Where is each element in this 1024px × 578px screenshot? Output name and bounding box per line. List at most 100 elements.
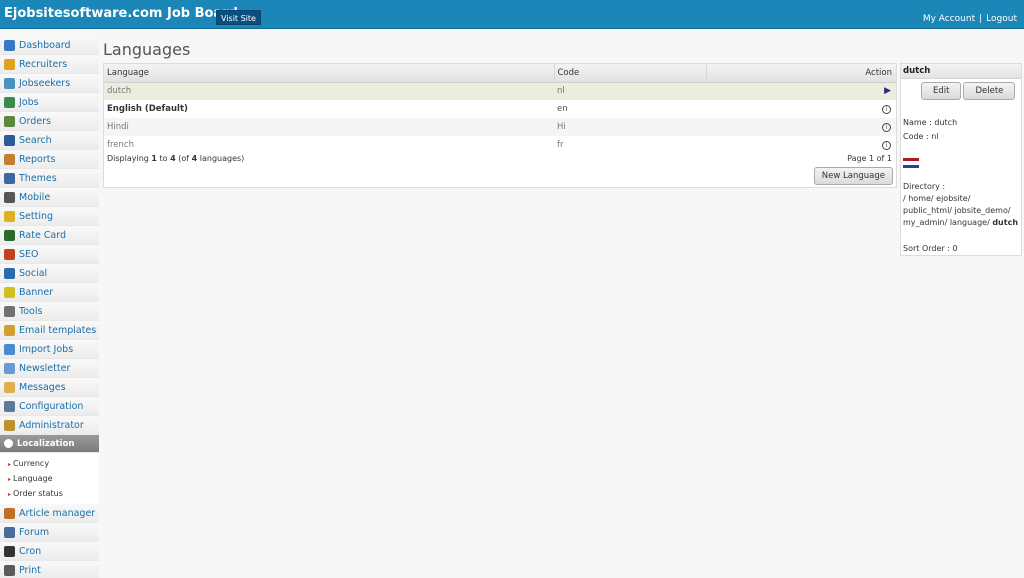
top-header: Ejobsitesoftware.com Job Board Visit Sit… (0, 0, 1024, 29)
visit-site-button[interactable]: Visit Site (216, 10, 261, 25)
sidebar-item-email-templates[interactable]: Email templates (0, 321, 99, 340)
orders-icon (4, 115, 15, 127)
sidebar-item-newsletter[interactable]: Newsletter (0, 359, 99, 378)
sidebar-item-label: Configuration (19, 400, 84, 412)
detail-sort-order: Sort Order : 0 (903, 244, 958, 253)
detail-directory-label: Directory : (903, 182, 946, 191)
submenu-item-label: Language (13, 474, 53, 483)
display-to-word: to (159, 154, 168, 163)
sidebar-item-seo[interactable]: SEO (0, 245, 99, 264)
directory-path-prefix: my_admin/ language/ (903, 218, 990, 227)
sidebar-item-label: Dashboard (19, 39, 71, 51)
sidebar-item-themes[interactable]: Themes (0, 169, 99, 188)
sidebar-item-jobseekers[interactable]: Jobseekers (0, 74, 99, 93)
mobile-icon (4, 191, 15, 203)
cell-code: Hi (554, 118, 706, 136)
sidebar-item-label: Forum (19, 526, 50, 538)
sidebar-item-label: Setting (19, 210, 54, 222)
sidebar-item-forum[interactable]: Forum (0, 523, 99, 542)
sidebar-item-recruiters[interactable]: Recruiters (0, 55, 99, 74)
new-language-button[interactable]: New Language (813, 167, 893, 185)
play-icon[interactable]: ▶ (884, 86, 891, 96)
sidebar-item-label: Administrator (19, 419, 84, 431)
sidebar-item-article-manager[interactable]: Article manager (0, 504, 99, 523)
submenu-item-language[interactable]: ▸ Language (0, 471, 99, 486)
sidebar-item-label: Newsletter (19, 362, 71, 374)
sidebar-item-orders[interactable]: Orders (0, 112, 99, 131)
display-of: (of (178, 154, 190, 163)
cell-code: nl (554, 82, 706, 100)
logout-link[interactable]: Logout (986, 14, 1017, 24)
cell-action: i (706, 136, 896, 154)
table-row[interactable]: dutch nl ▶ (104, 82, 896, 100)
sidebar-item-setting[interactable]: Setting (0, 207, 99, 226)
netherlands-flag-icon (903, 158, 919, 168)
sidebar-item-import-jobs[interactable]: Import Jobs (0, 340, 99, 359)
sidebar-item-tools[interactable]: Tools (0, 302, 99, 321)
sidebar-item-label: Print (19, 564, 41, 576)
sidebar-item-dashboard[interactable]: Dashboard (0, 36, 99, 55)
search-icon (4, 134, 15, 146)
seo-chart-icon (4, 248, 15, 260)
table-row[interactable]: Hindi Hi i (104, 118, 896, 136)
forum-icon (4, 526, 15, 538)
edit-button[interactable]: Edit (921, 82, 962, 100)
sidebar-item-label: Recruiters (19, 58, 68, 70)
table-header-row: Language Code Action (104, 64, 896, 83)
sidebar-item-label: Messages (19, 381, 66, 393)
delete-button[interactable]: Delete (963, 82, 1016, 100)
language-detail-panel: dutch Edit Delete Name : dutch Code : nl… (900, 63, 1022, 256)
display-to: 4 (170, 154, 176, 163)
sidebar-item-label: Localization (17, 438, 75, 449)
info-icon[interactable]: i (882, 123, 891, 132)
sidebar-item-localization[interactable]: Localization (0, 435, 99, 453)
sidebar-item-label: Cron (19, 545, 42, 557)
sidebar-item-messages[interactable]: Messages (0, 378, 99, 397)
sidebar-item-print[interactable]: Print (0, 561, 99, 578)
display-suffix: languages) (199, 154, 245, 163)
sidebar-item-label: Import Jobs (19, 343, 74, 355)
sidebar-item-jobs[interactable]: Jobs (0, 93, 99, 112)
sidebar-item-administrator[interactable]: Administrator (0, 416, 99, 435)
table-row[interactable]: English (Default) en i (104, 100, 896, 118)
submenu-item-currency[interactable]: ▸ Currency (0, 456, 99, 471)
sidebar-item-configuration[interactable]: Configuration (0, 397, 99, 416)
info-icon[interactable]: i (882, 105, 891, 114)
display-prefix: Displaying (107, 154, 149, 163)
display-from: 1 (151, 154, 157, 163)
sidebar-nav: Dashboard Recruiters Jobseekers Jobs Orders S… (0, 36, 99, 578)
page-info: Page 1 of 1 (847, 154, 892, 163)
email-icon (4, 324, 15, 336)
sidebar-item-banner[interactable]: Banner (0, 283, 99, 302)
column-header-code[interactable]: Code (554, 64, 707, 83)
localization-icon (4, 439, 13, 448)
cell-language: Hindi (104, 118, 554, 136)
column-header-action: Action (706, 64, 896, 83)
printer-icon (4, 564, 15, 576)
cell-language: dutch (104, 82, 554, 100)
my-account-link[interactable]: My Account (923, 14, 975, 24)
sidebar-item-rate-card[interactable]: Rate Card (0, 226, 99, 245)
sidebar-item-label: Reports (19, 153, 56, 165)
submenu-arrow-icon: ▸ (8, 461, 12, 468)
column-header-language[interactable]: Language (104, 64, 555, 83)
sidebar-item-search[interactable]: Search (0, 131, 99, 150)
sidebar-item-label: Banner (19, 286, 54, 298)
info-icon[interactable]: i (882, 141, 891, 150)
sidebar-item-social[interactable]: Social (0, 264, 99, 283)
sidebar-item-label: Social (19, 267, 48, 279)
cell-language: English (Default) (107, 104, 188, 114)
page-title: Languages (103, 40, 191, 59)
brand-title[interactable]: Ejobsitesoftware.com Job Board (4, 6, 238, 21)
newsletter-icon (4, 362, 15, 374)
sidebar-item-mobile[interactable]: Mobile (0, 188, 99, 207)
sidebar-item-reports[interactable]: Reports (0, 150, 99, 169)
configuration-icon (4, 400, 15, 412)
flag-stripe (903, 164, 919, 168)
detail-directory-path-3: my_admin/ language/ dutch (903, 217, 1018, 229)
table-row[interactable]: french fr i (104, 136, 896, 154)
messages-icon (4, 381, 15, 393)
sidebar-item-cron[interactable]: Cron (0, 542, 99, 561)
sidebar-item-label: Themes (19, 172, 57, 184)
submenu-item-order-status[interactable]: ▸ Order status (0, 486, 99, 501)
